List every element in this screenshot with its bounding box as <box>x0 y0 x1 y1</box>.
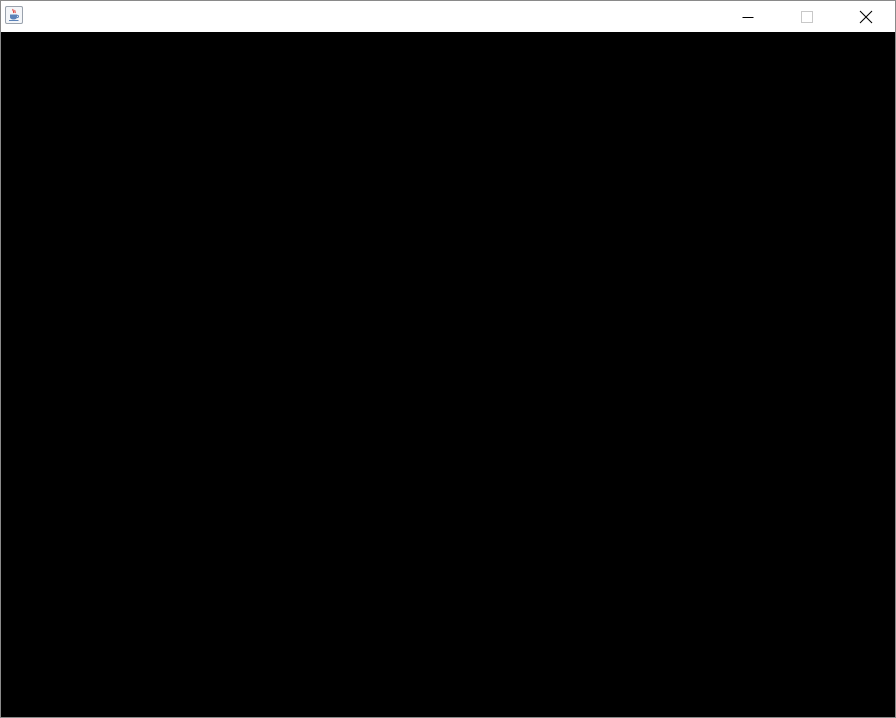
maximize-button[interactable] <box>778 1 836 32</box>
minimize-icon <box>742 16 754 18</box>
canvas-area[interactable] <box>1 32 895 717</box>
maximize-icon <box>801 10 813 23</box>
close-button[interactable] <box>837 1 895 32</box>
java-coffee-cup-icon[interactable] <box>5 6 23 24</box>
close-icon <box>859 10 873 23</box>
minimize-button[interactable] <box>719 1 777 32</box>
app-window <box>0 0 896 718</box>
title-bar[interactable] <box>1 1 895 32</box>
